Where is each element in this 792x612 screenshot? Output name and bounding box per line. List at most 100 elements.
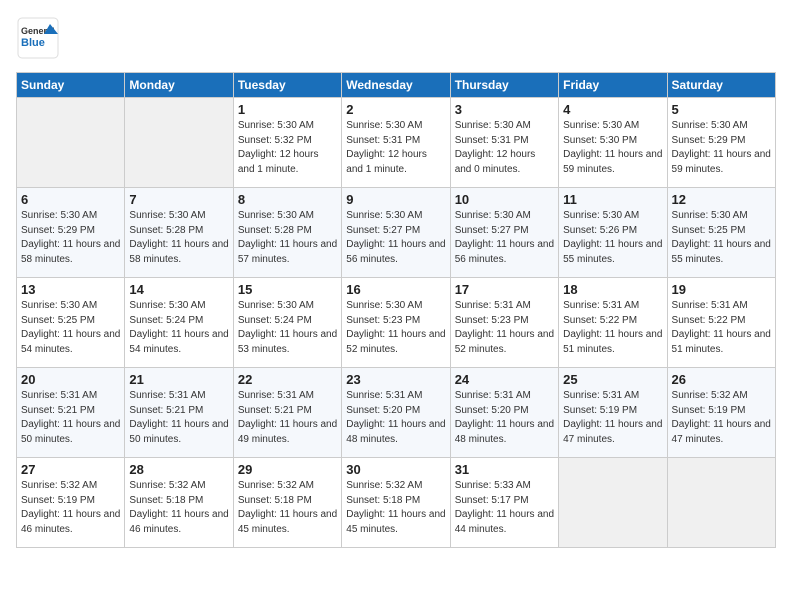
weekday-header-thursday: Thursday xyxy=(450,73,558,98)
day-info: Sunrise: 5:30 AMSunset: 5:28 PMDaylight:… xyxy=(129,209,228,267)
day-info: Sunrise: 5:31 AMSunset: 5:23 PMDaylight:… xyxy=(455,299,554,357)
day-info: Sunrise: 5:31 AMSunset: 5:22 PMDaylight:… xyxy=(563,299,662,357)
weekday-header-friday: Friday xyxy=(559,73,667,98)
weekday-header-monday: Monday xyxy=(125,73,233,98)
calendar-cell: 9 Sunrise: 5:30 AMSunset: 5:27 PMDaylight… xyxy=(342,188,450,278)
day-number: 30 xyxy=(346,462,445,477)
svg-text:Blue: Blue xyxy=(21,37,45,49)
calendar-cell: 29 Sunrise: 5:32 AMSunset: 5:18 PMDayligh… xyxy=(233,458,341,548)
weekday-header-row: SundayMondayTuesdayWednesdayThursdayFrid… xyxy=(17,73,776,98)
day-info: Sunrise: 5:31 AMSunset: 5:19 PMDaylight:… xyxy=(563,389,662,447)
day-info: Sunrise: 5:32 AMSunset: 5:18 PMDaylight:… xyxy=(238,479,337,537)
calendar-cell: 30 Sunrise: 5:32 AMSunset: 5:18 PMDayligh… xyxy=(342,458,450,548)
day-number: 21 xyxy=(129,372,228,387)
logo: General Blue xyxy=(16,16,60,60)
calendar-cell: 27 Sunrise: 5:32 AMSunset: 5:19 PMDayligh… xyxy=(17,458,125,548)
week-row-3: 13Sunrise: 5:30 AMSunset: 5:25 PMDayligh… xyxy=(17,278,776,368)
calendar-cell xyxy=(125,98,233,188)
calendar-cell: 10 Sunrise: 5:30 AMSunset: 5:27 PMDayligh… xyxy=(450,188,558,278)
day-number: 24 xyxy=(455,372,554,387)
day-info: Sunrise: 5:32 AMSunset: 5:19 PMDaylight:… xyxy=(21,479,120,537)
day-number: 6 xyxy=(21,192,120,207)
day-info: Sunrise: 5:30 AMSunset: 5:24 PMDaylight:… xyxy=(129,299,228,357)
day-info: Sunrise: 5:32 AMSunset: 5:18 PMDaylight:… xyxy=(129,479,228,537)
calendar-cell xyxy=(17,98,125,188)
day-info: Sunrise: 5:31 AMSunset: 5:20 PMDaylight:… xyxy=(346,389,445,447)
day-info: Sunrise: 5:30 AMSunset: 5:27 PMDaylight:… xyxy=(346,209,445,267)
day-number: 26 xyxy=(672,372,771,387)
calendar-cell: 8 Sunrise: 5:30 AMSunset: 5:28 PMDaylight… xyxy=(233,188,341,278)
day-info: Sunrise: 5:30 AMSunset: 5:27 PMDaylight:… xyxy=(455,209,554,267)
page-header: General Blue xyxy=(16,16,776,60)
weekday-header-tuesday: Tuesday xyxy=(233,73,341,98)
day-number: 11 xyxy=(563,192,662,207)
calendar-cell: 20 Sunrise: 5:31 AMSunset: 5:21 PMDayligh… xyxy=(17,368,125,458)
day-info: Sunrise: 5:30 AMSunset: 5:32 PMDaylight:… xyxy=(238,119,337,177)
day-number: 31 xyxy=(455,462,554,477)
day-number: 1 xyxy=(238,102,337,117)
day-info: Sunrise: 5:32 AMSunset: 5:18 PMDaylight:… xyxy=(346,479,445,537)
day-info: Sunrise: 5:30 AMSunset: 5:25 PMDaylight:… xyxy=(21,299,120,357)
calendar-cell: 3Sunrise: 5:30 AMSunset: 5:31 PMDaylight… xyxy=(450,98,558,188)
day-number: 16 xyxy=(346,282,445,297)
calendar-cell xyxy=(559,458,667,548)
calendar-table: SundayMondayTuesdayWednesdayThursdayFrid… xyxy=(16,72,776,548)
calendar-cell: 5Sunrise: 5:30 AMSunset: 5:29 PMDaylight… xyxy=(667,98,775,188)
day-info: Sunrise: 5:32 AMSunset: 5:19 PMDaylight:… xyxy=(672,389,771,447)
calendar-cell: 14 Sunrise: 5:30 AMSunset: 5:24 PMDayligh… xyxy=(125,278,233,368)
calendar-cell: 13Sunrise: 5:30 AMSunset: 5:25 PMDayligh… xyxy=(17,278,125,368)
calendar-cell: 17 Sunrise: 5:31 AMSunset: 5:23 PMDayligh… xyxy=(450,278,558,368)
day-number: 8 xyxy=(238,192,337,207)
day-number: 29 xyxy=(238,462,337,477)
day-number: 10 xyxy=(455,192,554,207)
day-number: 19 xyxy=(672,282,771,297)
day-info: Sunrise: 5:31 AMSunset: 5:21 PMDaylight:… xyxy=(129,389,228,447)
calendar-cell: 25 Sunrise: 5:31 AMSunset: 5:19 PMDayligh… xyxy=(559,368,667,458)
logo-svg: General Blue xyxy=(16,16,60,60)
day-info: Sunrise: 5:30 AMSunset: 5:24 PMDaylight:… xyxy=(238,299,337,357)
calendar-cell: 16 Sunrise: 5:30 AMSunset: 5:23 PMDayligh… xyxy=(342,278,450,368)
day-info: Sunrise: 5:30 AMSunset: 5:31 PMDaylight:… xyxy=(455,119,554,177)
calendar-cell: 22Sunrise: 5:31 AMSunset: 5:21 PMDayligh… xyxy=(233,368,341,458)
day-number: 20 xyxy=(21,372,120,387)
day-number: 25 xyxy=(563,372,662,387)
day-info: Sunrise: 5:30 AMSunset: 5:28 PMDaylight:… xyxy=(238,209,337,267)
day-number: 28 xyxy=(129,462,228,477)
calendar-cell: 24 Sunrise: 5:31 AMSunset: 5:20 PMDayligh… xyxy=(450,368,558,458)
weekday-header-wednesday: Wednesday xyxy=(342,73,450,98)
day-number: 9 xyxy=(346,192,445,207)
calendar-cell: 11 Sunrise: 5:30 AMSunset: 5:26 PMDayligh… xyxy=(559,188,667,278)
calendar-cell: 21 Sunrise: 5:31 AMSunset: 5:21 PMDayligh… xyxy=(125,368,233,458)
weekday-header-saturday: Saturday xyxy=(667,73,775,98)
day-info: Sunrise: 5:30 AMSunset: 5:29 PMDaylight:… xyxy=(672,119,771,177)
calendar-cell: 1 Sunrise: 5:30 AMSunset: 5:32 PMDaylight… xyxy=(233,98,341,188)
day-number: 23 xyxy=(346,372,445,387)
day-info: Sunrise: 5:30 AMSunset: 5:23 PMDaylight:… xyxy=(346,299,445,357)
calendar-cell: 6 Sunrise: 5:30 AMSunset: 5:29 PMDaylight… xyxy=(17,188,125,278)
day-number: 14 xyxy=(129,282,228,297)
calendar-cell: 28 Sunrise: 5:32 AMSunset: 5:18 PMDayligh… xyxy=(125,458,233,548)
day-info: Sunrise: 5:30 AMSunset: 5:26 PMDaylight:… xyxy=(563,209,662,267)
day-info: Sunrise: 5:30 AMSunset: 5:29 PMDaylight:… xyxy=(21,209,120,267)
day-number: 17 xyxy=(455,282,554,297)
day-number: 7 xyxy=(129,192,228,207)
day-info: Sunrise: 5:31 AMSunset: 5:21 PMDaylight:… xyxy=(21,389,120,447)
day-number: 12 xyxy=(672,192,771,207)
weekday-header-sunday: Sunday xyxy=(17,73,125,98)
day-info: Sunrise: 5:31 AMSunset: 5:20 PMDaylight:… xyxy=(455,389,554,447)
day-number: 2 xyxy=(346,102,445,117)
calendar-cell: 19Sunrise: 5:31 AMSunset: 5:22 PMDayligh… xyxy=(667,278,775,368)
week-row-1: 1 Sunrise: 5:30 AMSunset: 5:32 PMDaylight… xyxy=(17,98,776,188)
calendar-cell: 26 Sunrise: 5:32 AMSunset: 5:19 PMDayligh… xyxy=(667,368,775,458)
day-number: 27 xyxy=(21,462,120,477)
calendar-cell xyxy=(667,458,775,548)
day-number: 18 xyxy=(563,282,662,297)
week-row-4: 20 Sunrise: 5:31 AMSunset: 5:21 PMDayligh… xyxy=(17,368,776,458)
day-number: 4 xyxy=(563,102,662,117)
week-row-5: 27 Sunrise: 5:32 AMSunset: 5:19 PMDayligh… xyxy=(17,458,776,548)
calendar-cell: 23 Sunrise: 5:31 AMSunset: 5:20 PMDayligh… xyxy=(342,368,450,458)
day-number: 15 xyxy=(238,282,337,297)
day-info: Sunrise: 5:30 AMSunset: 5:31 PMDaylight:… xyxy=(346,119,445,177)
day-info: Sunrise: 5:30 AMSunset: 5:25 PMDaylight:… xyxy=(672,209,771,267)
day-info: Sunrise: 5:33 AMSunset: 5:17 PMDaylight:… xyxy=(455,479,554,537)
